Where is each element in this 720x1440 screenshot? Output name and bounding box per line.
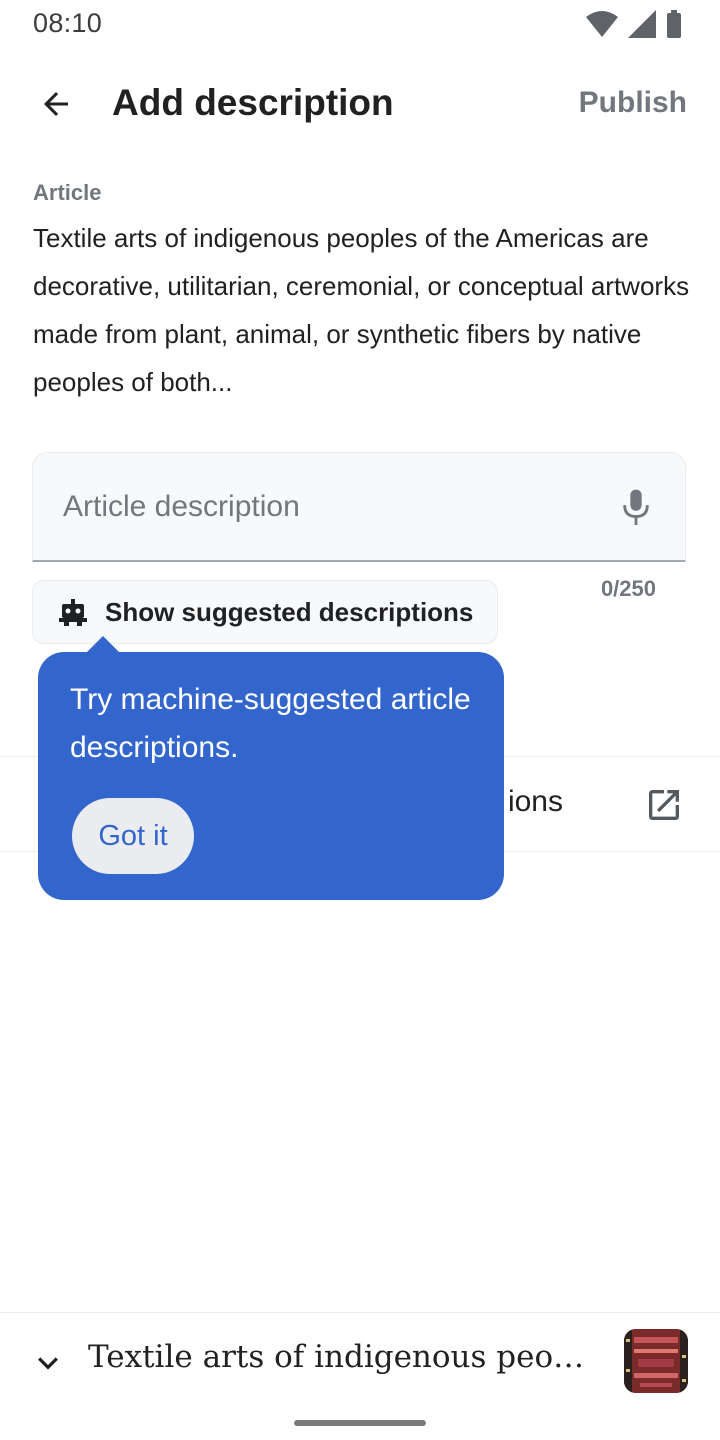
tooltip-text: Try machine-suggested article descriptio… (70, 683, 471, 764)
article-label: Article (33, 180, 102, 205)
article-preview-bar[interactable]: Textile arts of indigenous peopl... (0, 1312, 720, 1408)
onboarding-tooltip: Try machine-suggested article descriptio… (38, 652, 504, 900)
status-time: 08:10 (33, 8, 103, 38)
description-input[interactable] (63, 483, 603, 531)
got-it-button[interactable]: Got it (72, 798, 194, 874)
article-extract: Textile arts of indigenous peoples of th… (33, 223, 690, 397)
robot-icon (59, 599, 87, 626)
gesture-navigation-handle[interactable] (294, 1420, 426, 1426)
microphone-icon (623, 489, 649, 525)
cellular-signal-icon (628, 10, 656, 38)
wifi-icon (586, 11, 618, 37)
article-title: Textile arts of indigenous peopl... (88, 1339, 602, 1375)
status-bar: 08:10 (0, 0, 720, 48)
description-field[interactable] (32, 452, 686, 562)
battery-icon (667, 10, 681, 38)
page-title: Add description (112, 82, 394, 123)
arrow-back-icon (44, 92, 68, 116)
textile-thumbnail-image (624, 1329, 688, 1393)
publish-button[interactable]: Publish (579, 86, 687, 120)
voice-input-button[interactable] (611, 483, 661, 533)
add-description-screen: 08:10 Add description Publish Article Te… (0, 0, 720, 1440)
suggested-descriptions-label: Show suggested descriptions (105, 597, 474, 627)
chevron-down-icon[interactable] (28, 1343, 68, 1383)
article-thumbnail (624, 1329, 688, 1393)
character-counter: 0/250 (600, 576, 656, 601)
back-button[interactable] (24, 76, 88, 132)
open-in-new-icon[interactable] (644, 785, 684, 825)
status-icons (586, 10, 682, 38)
tooltip-arrow (86, 636, 120, 653)
app-bar: Add description Publish (0, 56, 720, 152)
show-suggested-descriptions-button[interactable]: Show suggested descriptions (32, 580, 498, 644)
